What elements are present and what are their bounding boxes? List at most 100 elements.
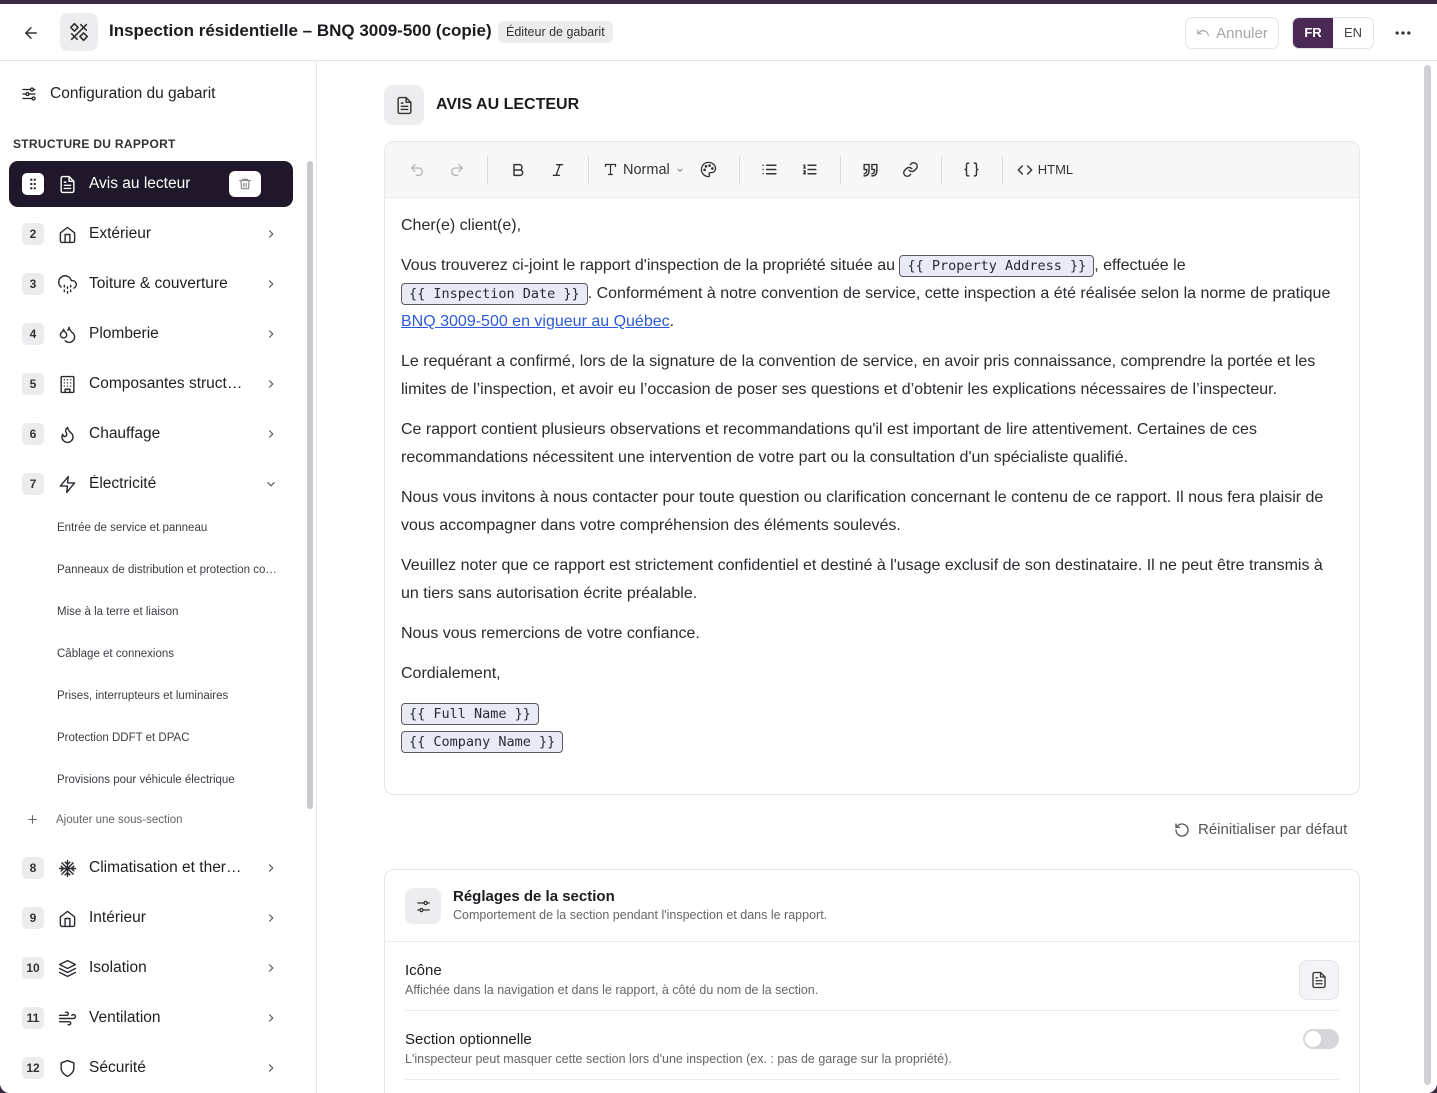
section-number: 12 [22, 1057, 44, 1079]
italic-icon[interactable] [542, 154, 574, 186]
redo-icon[interactable] [441, 154, 473, 186]
toolbar-divider [1001, 155, 1003, 184]
chevron-down-icon[interactable] [263, 476, 279, 492]
delete-section-button[interactable] [229, 171, 261, 197]
template-config-link[interactable]: Configuration du gabarit [20, 85, 215, 103]
page-title: Inspection résidentielle – BNQ 3009-500 … [109, 21, 492, 40]
sidebar-item-toiture[interactable]: 3 Toiture & couverture [9, 261, 293, 307]
settings-sliders-icon [405, 888, 441, 924]
bold-icon[interactable] [502, 154, 534, 186]
sidebar-item-label: Avis au lecteur [89, 175, 191, 192]
sidebar-item-ventilation[interactable]: 11 Ventilation [9, 995, 293, 1041]
wind-icon [57, 1008, 77, 1028]
sidebar-item-plomberie[interactable]: 4 Plomberie [9, 311, 293, 357]
palette-icon[interactable] [693, 154, 725, 186]
drag-handle-icon[interactable] [22, 173, 44, 195]
numbered-list-icon[interactable] [794, 154, 826, 186]
icon-picker-button[interactable] [1299, 960, 1339, 1000]
settings-title: Réglages de la section [453, 888, 615, 905]
link-icon[interactable] [895, 154, 927, 186]
main-scrollbar[interactable] [1424, 65, 1431, 1085]
closing-text: Cordialement, [401, 665, 501, 682]
subsection-item[interactable]: Mise à la terre et liaison [57, 606, 178, 618]
add-subsection-button[interactable]: Ajouter une sous-section [26, 813, 183, 826]
subsection-item[interactable]: Panneaux de distribution et protection c… [57, 564, 281, 576]
top-header: Inspection résidentielle – BNQ 3009-500 … [0, 4, 1437, 61]
bnq-standard-link[interactable]: BNQ 3009-500 en vigueur au Québec [401, 313, 670, 330]
chevron-right-icon[interactable] [263, 1010, 279, 1026]
toolbar-divider [487, 155, 488, 184]
chevron-right-icon[interactable] [263, 276, 279, 292]
language-switcher: FR EN [1292, 17, 1374, 49]
droplets-icon [57, 324, 77, 344]
icon-setting-label: Icône [405, 962, 442, 979]
document-icon [1312, 971, 1326, 989]
add-subsection-label: Ajouter une sous-section [56, 813, 183, 826]
template-tools-icon [60, 13, 98, 51]
bullet-list-icon[interactable] [754, 154, 786, 186]
sidebar-scrollbar[interactable] [307, 161, 313, 809]
quote-icon[interactable] [855, 154, 887, 186]
chevron-right-icon[interactable] [263, 860, 279, 876]
subsection-item[interactable]: Câblage et connexions [57, 648, 174, 660]
subsection-item[interactable]: Prises, interrupteurs et luminaires [57, 690, 228, 702]
section-number: 3 [22, 273, 44, 295]
sidebar-item-label: Électricité [89, 475, 157, 492]
variable-full-name[interactable]: {{ Full Name }} [401, 703, 539, 725]
lang-fr-button[interactable]: FR [1293, 18, 1333, 48]
variable-braces-icon[interactable] [956, 154, 988, 186]
toolbar-divider [588, 155, 589, 184]
text: . Conformément à notre convention de ser… [587, 285, 1331, 302]
sidebar-item-label: Plomberie [89, 325, 159, 342]
subsection-item[interactable]: Protection DDFT et DPAC [57, 732, 190, 744]
chevron-right-icon[interactable] [263, 376, 279, 392]
building-icon [57, 374, 77, 394]
greeting-text: Cher(e) client(e), [401, 217, 522, 234]
plus-icon [28, 815, 37, 824]
undo-icon[interactable] [401, 154, 433, 186]
editor-content[interactable]: Cher(e) client(e), Vous trouverez ci-joi… [385, 198, 1359, 770]
variable-inspection-date[interactable]: {{ Inspection Date }} [401, 283, 588, 305]
subsection-item[interactable]: Entrée de service et panneau [57, 522, 207, 534]
rotate-ccw-icon [1175, 822, 1189, 837]
lang-en-button[interactable]: EN [1333, 18, 1373, 48]
chevron-right-icon[interactable] [263, 1060, 279, 1076]
more-options-icon[interactable] [1390, 20, 1416, 46]
sidebar-item-avis-au-lecteur[interactable]: Avis au lecteur [9, 161, 293, 207]
sidebar-item-interieur[interactable]: 9 Intérieur [9, 895, 293, 941]
sidebar-item-isolation[interactable]: 10 Isolation [9, 945, 293, 991]
optional-section-toggle[interactable] [1303, 1029, 1339, 1049]
sidebar-item-composantes[interactable]: 5 Composantes structurales [9, 361, 293, 407]
subsection-item[interactable]: Provisions pour véhicule électrique [57, 774, 235, 786]
sidebar-item-chauffage[interactable]: 6 Chauffage [9, 411, 293, 457]
chevron-right-icon[interactable] [263, 910, 279, 926]
section-settings-card: Réglages de la section Comportement de l… [384, 869, 1360, 1093]
chevron-right-icon[interactable] [263, 326, 279, 342]
section-number: 4 [22, 323, 44, 345]
sidebar-item-electricite[interactable]: 7 Électricité [9, 461, 293, 507]
snowflake-icon [57, 858, 77, 878]
sidebar-item-label: Isolation [89, 959, 147, 976]
sidebar-item-climatisation[interactable]: 8 Climatisation et thermopompe [9, 845, 293, 891]
section-number: 7 [22, 473, 44, 495]
reset-default-button[interactable]: Réinitialiser par défaut [1174, 821, 1347, 838]
chevron-right-icon[interactable] [263, 960, 279, 976]
sidebar-item-label: Sécurité [89, 1059, 146, 1076]
settings-subtitle: Comportement de la section pendant l'ins… [453, 908, 828, 922]
section-number: 2 [22, 223, 44, 245]
section-title: AVIS AU LECTEUR [436, 96, 580, 113]
variable-property-address[interactable]: {{ Property Address }} [899, 255, 1095, 277]
sidebar-item-label: Composantes structurales [89, 375, 249, 392]
reset-label: Réinitialiser par défaut [1198, 821, 1348, 838]
sidebar-item-exterieur[interactable]: 2 Extérieur [9, 211, 293, 257]
chevron-right-icon[interactable] [263, 226, 279, 242]
optional-setting-row: Section optionnelle L'inspecteur peut ma… [405, 1011, 1339, 1080]
sidebar-item-securite[interactable]: 12 Sécurité [9, 1045, 293, 1091]
icon-setting-row: Icône Affichée dans la navigation et dan… [405, 942, 1339, 1011]
block-format-dropdown[interactable]: Normal [603, 154, 685, 186]
back-arrow-icon[interactable] [18, 20, 44, 46]
html-source-button[interactable]: HTML [1017, 154, 1073, 186]
variable-company-name[interactable]: {{ Company Name }} [401, 731, 564, 753]
chevron-right-icon[interactable] [263, 426, 279, 442]
undo-button[interactable]: Annuler [1185, 17, 1279, 49]
